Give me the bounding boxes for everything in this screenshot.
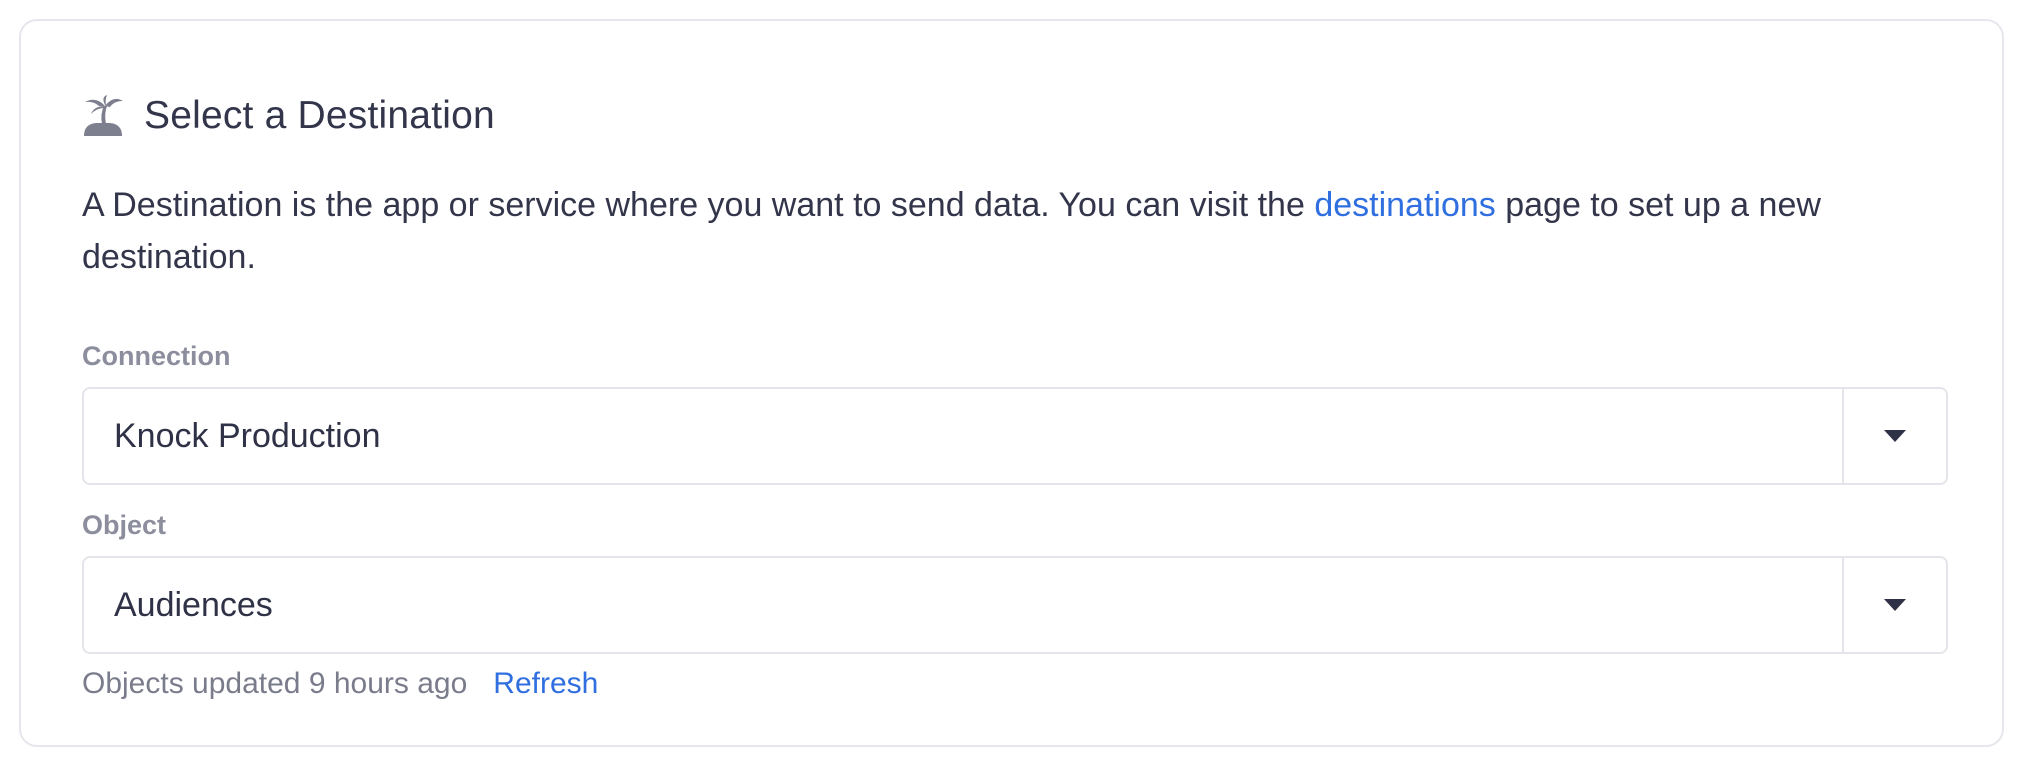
objects-status-row: Objects updated 9 hours ago Refresh [82, 667, 598, 701]
description-text-before: A Destination is the app or service wher… [82, 186, 1315, 224]
palm-tree-island-icon [82, 94, 124, 138]
object-select[interactable]: Audiences [82, 556, 1948, 654]
object-select-value[interactable]: Audiences [84, 558, 1842, 652]
destinations-link[interactable]: destinations [1314, 186, 1495, 224]
caret-down-icon [1884, 599, 1906, 611]
connection-label: Connection [82, 341, 231, 371]
destination-card: Select a Destination A Destination is th… [19, 19, 2004, 747]
object-label: Object [82, 510, 167, 540]
refresh-link[interactable]: Refresh [493, 667, 598, 701]
objects-updated-status: Objects updated 9 hours ago [82, 667, 468, 700]
section-description: A Destination is the app or service wher… [82, 179, 1948, 283]
section-header: Select a Destination [82, 91, 495, 141]
connection-select-value[interactable]: Knock Production [84, 389, 1842, 483]
section-title: Select a Destination [144, 94, 495, 137]
connection-select-toggle[interactable] [1842, 389, 1946, 483]
object-select-toggle[interactable] [1842, 558, 1946, 652]
connection-select[interactable]: Knock Production [82, 387, 1948, 485]
caret-down-icon [1884, 430, 1906, 442]
